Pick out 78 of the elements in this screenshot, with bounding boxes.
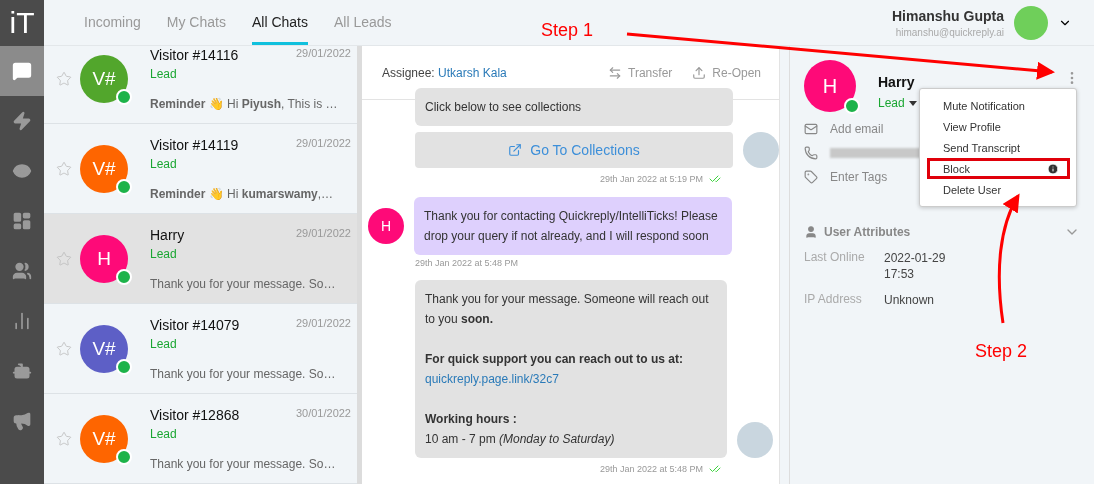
chat-name: Visitor #14119 [150,136,239,153]
avatar-placeholder [1014,5,1048,40]
chat-date: 29/01/2022 [295,136,351,151]
star-icon[interactable] [56,70,72,87]
lead-label: Lead [150,156,178,171]
tag-icon [804,170,818,184]
message-preview: Reminder 👋 Hi kumarswamy,… [150,186,335,201]
external-link-icon [508,143,523,157]
mail-icon [804,122,818,136]
robot-icon [12,361,32,381]
message-time: 29th Jan 2022 at 5:48 PM [415,258,519,268]
section-title: User Attributes [824,225,911,239]
message-preview: Thank you for your message. So… [150,456,337,471]
menu-item[interactable]: View Profile [927,116,1070,137]
whatsapp-icon [116,448,132,465]
upload-icon [692,65,707,80]
attribute-value: 2022-01-29 17:53 [884,250,947,282]
menu-item[interactable]: Send Transcript [927,137,1070,158]
star-icon[interactable] [56,430,72,447]
assignee-link[interactable]: Utkarsh Kala [438,65,507,80]
message-bubble: Click below to see collections [415,88,733,126]
arrows-icon [608,65,623,80]
whatsapp-icon [116,178,132,195]
users-icon [12,261,32,281]
attribute-label: IP Address [804,292,863,308]
whatsapp-icon [116,268,132,285]
message-bubble: Thank you for contacting Quickreply/IntelliTicks! Please drop your query if not already, and I will respond soon [414,197,732,255]
eye-icon [12,161,32,181]
message-preview: Thank you for your message. So… [150,276,337,291]
user-email: himanshu@quickreply.ai [894,26,1004,38]
chat-name: Visitor #14116 [150,46,239,63]
bar-chart-icon [12,311,32,331]
message-time: 29th Jan 2022 at 5:48 PM [599,464,703,474]
dashboard-icon [12,211,32,231]
lead-label: Lead [150,246,178,261]
chat-icon [12,61,32,81]
star-icon[interactable] [56,250,72,267]
link[interactable]: quickreply.page.link/32c7 [425,369,717,389]
lead-label: Lead [150,336,178,351]
chat-list-item[interactable]: H Harry 29/01/2022 Lead Thank you for your message. So… [44,214,357,304]
star-icon[interactable] [56,340,72,357]
bolt-icon [12,111,32,131]
user-icon [804,225,818,239]
nav-button[interactable] [0,46,44,96]
menu-item[interactable]: Block [927,158,1070,179]
message-preview: Thank you for your message. So… [150,366,337,381]
message-preview: Reminder 👋 Hi Piyush, This is … [150,96,339,111]
avatar-placeholder [737,422,773,458]
chat-date: 29/01/2022 [295,46,351,61]
message-time: 29th Jan 2022 at 5:19 PM [599,174,703,184]
menu-item[interactable]: Delete User [927,179,1070,200]
chat-name: Harry [150,226,185,243]
chat-list-item[interactable]: V# Visitor #14116 29/01/2022 Lead Reminder 👋 Hi Piyush, This is … [44,46,357,124]
profile-name: Harry [878,74,916,90]
chat-date: 30/01/2022 [295,406,351,421]
assignee-label: Assignee: Utkarsh Kala [382,65,508,80]
annotation-text: Step 2 [975,341,1028,362]
whatsapp-icon [116,88,132,105]
lead-label: Lead [150,66,178,81]
chat-date: 29/01/2022 [295,226,351,241]
app-logo: iT [8,5,36,41]
avatar: H [368,208,404,244]
avatar-placeholder [743,132,779,168]
attribute-value: Unknown [884,292,936,308]
chat-name: Visitor #12868 [150,406,240,423]
star-icon[interactable] [56,160,72,177]
lead-label: Lead [150,426,178,441]
chat-date: 29/01/2022 [295,316,351,331]
menu-item[interactable]: Mute Notification [927,95,1070,116]
user-name: Himanshu Gupta [892,7,1004,24]
phone-icon [804,146,818,160]
chat-name: Visitor #14079 [150,316,240,333]
whatsapp-icon [844,98,860,114]
attribute-label: Last Online [804,250,866,266]
megaphone-icon [12,411,32,431]
message-bubble: Thank you for your message. Someone will reach out to you soon. For quick support you can reach out to us at: quickreply.page.link/32c7 Working hours : 10 am - 7 pm (Monday to Saturday) [415,280,727,458]
whatsapp-icon [116,358,132,375]
annotation-text: Step 1 [541,20,594,41]
